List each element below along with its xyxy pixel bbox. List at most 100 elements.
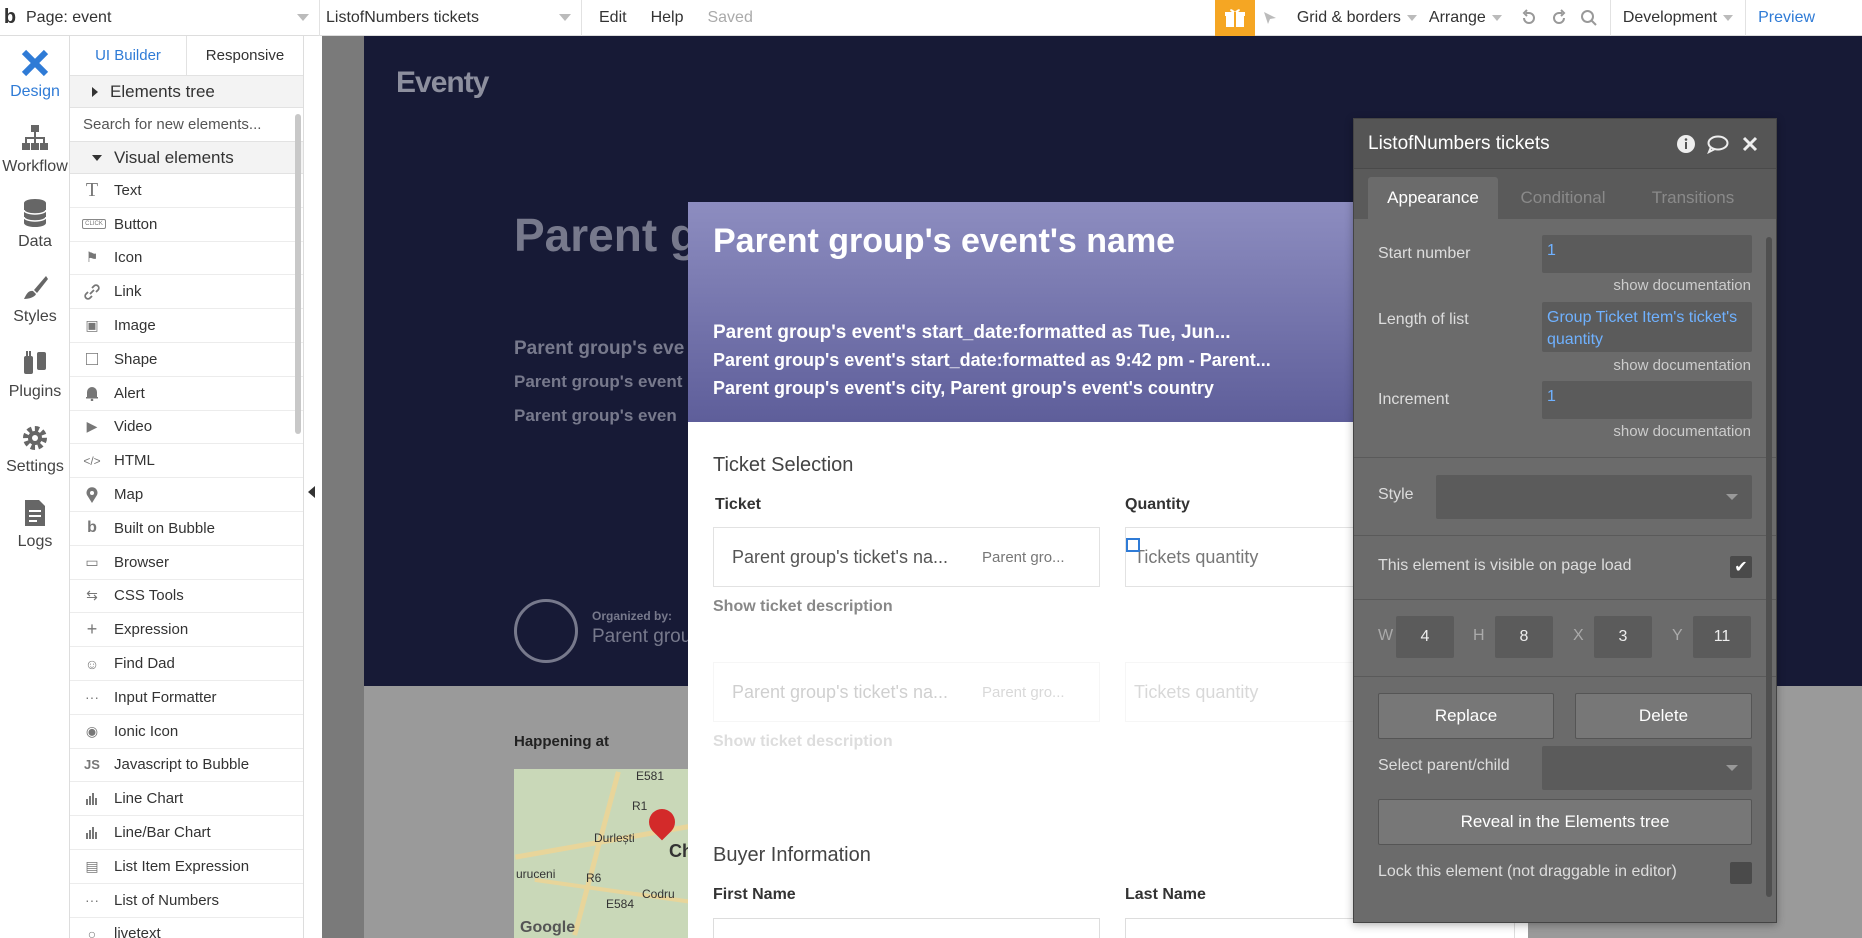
page-selector[interactable]: Page: event: [20, 0, 320, 36]
show-description-link[interactable]: Show ticket description: [713, 733, 893, 751]
length-of-list-field[interactable]: Group Ticket Item's ticket's quantity: [1542, 302, 1752, 352]
element-item-text[interactable]: T Text: [70, 174, 303, 208]
ticket-label: Ticket: [715, 496, 761, 513]
collapse-panel-icon[interactable]: [308, 486, 315, 498]
map-label: Codru: [642, 887, 675, 901]
element-search-input[interactable]: [83, 116, 283, 133]
chevron-down-icon: [1726, 765, 1738, 771]
gift-icon[interactable]: [1214, 0, 1255, 36]
element-item-alert[interactable]: Alert: [70, 377, 303, 411]
close-icon[interactable]: [1738, 132, 1762, 156]
tab-conditional[interactable]: Conditional: [1498, 177, 1628, 219]
element-item-button[interactable]: CLICK Button: [70, 208, 303, 242]
search-icon[interactable]: [1574, 0, 1604, 36]
tab-transitions[interactable]: Transitions: [1628, 177, 1758, 219]
popup-title: Parent group's event's name: [713, 222, 1176, 260]
element-item-label: Alert: [114, 384, 145, 402]
ticket-card[interactable]: Parent group's ticket's na... Parent gro…: [713, 527, 1100, 587]
visual-elements-toggle[interactable]: Visual elements: [70, 142, 303, 174]
preview-button[interactable]: Preview: [1745, 0, 1827, 36]
ticket-name: Parent group's ticket's na...: [732, 546, 948, 567]
show-documentation-link[interactable]: show documentation: [1613, 423, 1751, 440]
element-item-label: Built on Bubble: [114, 519, 215, 537]
bubble-logo-icon[interactable]: b: [0, 0, 20, 36]
nav-logs[interactable]: Logs: [0, 486, 70, 561]
play-icon: ▶: [86, 418, 98, 435]
divider: [1354, 457, 1776, 458]
button-icon: CLICK: [82, 219, 106, 230]
height-field[interactable]: 8: [1495, 616, 1553, 658]
element-item-shape[interactable]: □ Shape: [70, 343, 303, 377]
element-item-link[interactable]: Link: [70, 275, 303, 310]
visible-on-load-checkbox[interactable]: ✔: [1730, 556, 1752, 578]
x-field[interactable]: 3: [1594, 616, 1652, 658]
nav-plugins[interactable]: Plugins: [0, 336, 70, 411]
show-description-link[interactable]: Show ticket description: [713, 598, 893, 616]
element-item-built-on-bubble[interactable]: b Built on Bubble: [70, 512, 303, 546]
property-editor[interactable]: ListofNumbers tickets Appearance Conditi…: [1353, 118, 1777, 923]
element-item-list-of-numbers[interactable]: ··· List of Numbers: [70, 884, 303, 918]
property-editor-header[interactable]: ListofNumbers tickets: [1354, 119, 1776, 169]
lock-element-checkbox[interactable]: [1730, 862, 1752, 884]
element-item-livetext[interactable]: ○ livetext: [70, 918, 303, 938]
info-icon[interactable]: [1674, 132, 1698, 156]
element-item-html[interactable]: </> HTML: [70, 444, 303, 479]
edit-menu[interactable]: Edit: [582, 0, 639, 36]
replace-button[interactable]: Replace: [1378, 693, 1554, 739]
bar-chart-icon: [82, 824, 102, 842]
y-field[interactable]: 11: [1693, 616, 1751, 658]
element-item-line-bar-chart[interactable]: Line/Bar Chart: [70, 816, 303, 850]
start-number-field[interactable]: 1: [1542, 235, 1752, 273]
property-scrollbar[interactable]: [1766, 237, 1772, 897]
element-item-browser[interactable]: ▭ Browser: [70, 546, 303, 580]
first-name-input[interactable]: [713, 918, 1100, 938]
nav-workflow[interactable]: Workflow: [0, 111, 70, 186]
show-documentation-link[interactable]: show documentation: [1613, 357, 1751, 374]
increment-field[interactable]: 1: [1542, 381, 1752, 419]
element-item-map[interactable]: Map: [70, 478, 303, 512]
arrange-menu[interactable]: Arrange: [1429, 0, 1514, 36]
element-item-video[interactable]: ▶ Video: [70, 411, 303, 445]
pointer-icon[interactable]: [1255, 0, 1285, 36]
element-item-icon[interactable]: ⚑ Icon: [70, 242, 303, 276]
element-item-find-dad[interactable]: ☺ Find Dad: [70, 647, 303, 681]
element-item-ionic-icon[interactable]: ◉ Ionic Icon: [70, 715, 303, 749]
tab-ui-builder[interactable]: UI Builder: [70, 36, 187, 75]
nav-design[interactable]: Design: [0, 36, 70, 111]
select-parent-dropdown[interactable]: [1542, 746, 1752, 790]
ticket-card[interactable]: Parent group's ticket's na... Parent gro…: [713, 662, 1100, 722]
text-icon: T: [85, 178, 99, 201]
help-menu[interactable]: Help: [639, 0, 696, 36]
tab-responsive[interactable]: Responsive: [187, 36, 303, 75]
elements-tree-toggle[interactable]: Elements tree: [70, 76, 303, 108]
element-item-input-formatter[interactable]: ··· Input Formatter: [70, 681, 303, 715]
database-icon: [19, 197, 51, 229]
element-item-javascript-to-bubble[interactable]: JS Javascript to Bubble: [70, 749, 303, 783]
element-item-expression[interactable]: + Expression: [70, 613, 303, 648]
delete-button[interactable]: Delete: [1575, 693, 1752, 739]
environment-menu[interactable]: Development: [1609, 0, 1745, 36]
tab-appearance[interactable]: Appearance: [1368, 177, 1498, 219]
undo-icon[interactable]: [1514, 0, 1544, 36]
style-dropdown[interactable]: [1436, 475, 1752, 519]
show-documentation-link[interactable]: show documentation: [1613, 277, 1751, 294]
comment-icon[interactable]: [1706, 132, 1730, 156]
reveal-in-tree-button[interactable]: Reveal in the Elements tree: [1378, 799, 1752, 845]
brush-icon: [19, 272, 51, 304]
selection-handle-icon[interactable]: [1126, 538, 1140, 552]
redo-icon[interactable]: [1544, 0, 1574, 36]
width-field[interactable]: 4: [1396, 616, 1454, 658]
element-item-list-item-expression[interactable]: ▤ List Item Expression: [70, 850, 303, 884]
property-tabs: Appearance Conditional Transitions: [1354, 169, 1776, 219]
plus-icon: +: [86, 619, 98, 640]
element-item-image[interactable]: ▣ Image: [70, 309, 303, 343]
caret-down-icon: [92, 154, 102, 161]
nav-styles[interactable]: Styles: [0, 261, 70, 336]
panel-scrollbar[interactable]: [295, 114, 301, 434]
nav-data[interactable]: Data: [0, 186, 70, 261]
nav-settings[interactable]: Settings: [0, 411, 70, 486]
grid-borders-menu[interactable]: Grid & borders: [1285, 0, 1429, 36]
element-item-css-tools[interactable]: ⇆ CSS Tools: [70, 580, 303, 614]
element-selector[interactable]: ListofNumbers tickets: [320, 0, 582, 36]
element-item-line-chart[interactable]: Line Chart: [70, 782, 303, 817]
